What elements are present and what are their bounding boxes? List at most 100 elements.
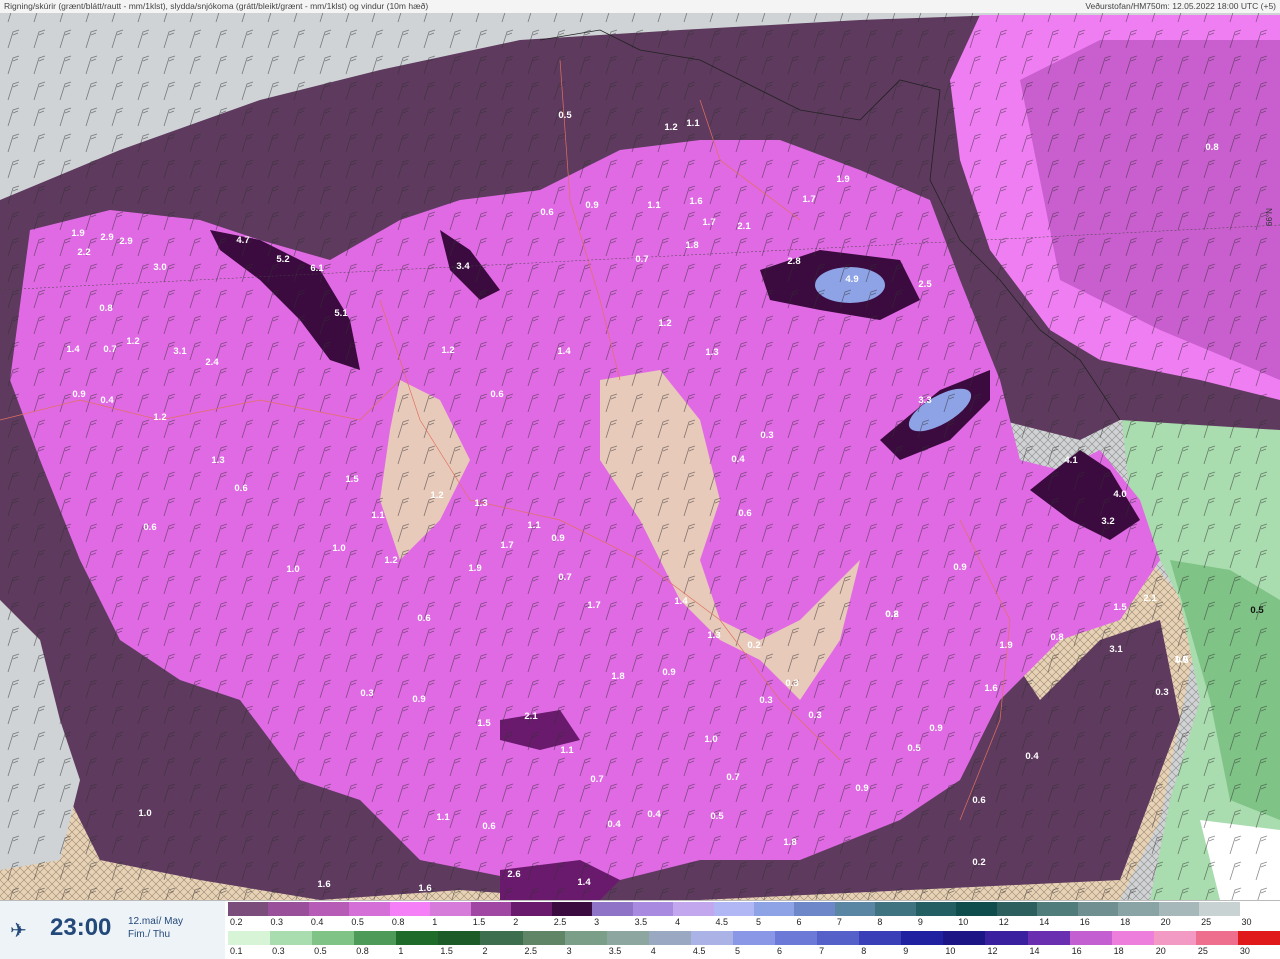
precip-value: 0.3 [760, 430, 773, 441]
legend-label: 0.3 [272, 946, 285, 956]
precip-value: 0.4 [100, 395, 114, 406]
legend-swatch [673, 902, 715, 916]
precip-value: 3.4 [456, 261, 470, 272]
precip-value: 1.9 [999, 640, 1012, 651]
legend-swatch [713, 902, 755, 916]
precip-value: 0.2 [972, 857, 985, 868]
legend-swatch [732, 931, 776, 945]
precip-value: 2.1 [1143, 593, 1157, 604]
precip-value: 2.8 [787, 256, 800, 267]
legend-swatch [1237, 931, 1280, 945]
precip-value: 4.1 [1064, 455, 1078, 466]
legend-label: 20 [1155, 946, 1166, 956]
precip-value: 0.4 [731, 454, 745, 465]
legend-swatch [551, 902, 593, 916]
precip-value: 0.4 [647, 809, 661, 820]
precip-value: 1.5 [1113, 602, 1127, 613]
weather-map[interactable]: 66°N 1.9 2.9 2.9 2.2 3.0 4.7 5.2 6.1 5.1 3.4 0.5 1.… [0, 13, 1280, 900]
precip-value: 1.1 [527, 520, 541, 531]
legend-label: 0.1 [230, 946, 243, 956]
precip-value: 0.8 [1050, 632, 1063, 643]
precip-value: 1.4 [557, 346, 571, 357]
precip-value: 0.3 [1155, 687, 1168, 698]
legend-label: 18 [1113, 946, 1124, 956]
legend-swatch [834, 902, 876, 916]
legend-label: 2 [513, 917, 519, 927]
precip-value: 3.2 [1101, 516, 1114, 527]
precip-value: 0.7 [558, 572, 571, 583]
precip-value: 0.9 [585, 200, 598, 211]
precip-value: 0.5 [558, 110, 572, 121]
precip-value: 0.2 [885, 609, 898, 620]
legend-label: 7 [819, 946, 825, 956]
precip-value: 1.4 [577, 877, 591, 888]
precip-value: 1.4 [674, 596, 688, 607]
precip-value: 0.3 [759, 695, 772, 706]
legend-swatch [312, 931, 355, 945]
precip-value: 3.1 [1109, 644, 1123, 655]
legend-swatch [349, 902, 391, 916]
legend-swatch [480, 931, 524, 945]
legend-label: 4 [650, 946, 656, 956]
date-line-2: Fim./ Thu [128, 929, 171, 940]
legend-label: 25 [1197, 946, 1208, 956]
precip-value: 1.1 [647, 200, 661, 211]
precip-value: 0.9 [551, 533, 564, 544]
precip-value: 1.7 [500, 540, 513, 551]
legend-swatch [943, 931, 986, 945]
legend-swatch [606, 931, 650, 945]
legend-label: 1 [432, 917, 438, 927]
legend-label: 8 [861, 946, 867, 956]
precip-value: 1.7 [587, 600, 600, 611]
legend-swatch [354, 931, 397, 945]
precip-value: 1.5 [477, 718, 491, 729]
legend-label: 14 [1029, 946, 1040, 956]
precip-value: 4.9 [845, 274, 858, 285]
legend-label: 16 [1071, 946, 1082, 956]
date-line-1: 12.maí/ May [128, 916, 184, 927]
precip-value: 1.1 [436, 812, 450, 823]
legend-swatch [1195, 931, 1239, 945]
precip-value: 0.4 [607, 819, 621, 830]
precip-value: 1.9 [71, 228, 84, 239]
precip-value: 1.0 [286, 564, 299, 575]
legend-swatch [915, 902, 957, 916]
precip-value: 1.3 [211, 455, 224, 466]
precip-value: 1.1 [686, 118, 700, 129]
precip-value: 0.7 [726, 772, 739, 783]
precip-value: 1.2 [384, 555, 397, 566]
legend-label: 0.4 [310, 917, 324, 927]
legend-swatch [1037, 902, 1079, 916]
precip-value: 0.6 [540, 207, 553, 218]
legend-label: 8 [877, 917, 883, 927]
legend-label: 3.5 [634, 917, 648, 927]
precip-value: 0.6 [972, 795, 985, 806]
legend-label: 1.5 [472, 917, 486, 927]
precip-value: 0.5 [1250, 605, 1264, 616]
precip-value: 1.7 [702, 217, 715, 228]
precip-value: 1.3 [707, 630, 720, 641]
legend-label: 30 [1241, 917, 1252, 927]
precip-value: 1.6 [317, 879, 330, 890]
precip-value: 0.6 [738, 508, 751, 519]
precip-value: 1.0 [138, 808, 151, 819]
bottom-bar: ✈ 23:00 12.maí/ May Fim./ Thu 0.2 0.3 0.4 0… [0, 900, 1280, 959]
map-header: Rigning/skúrir (grænt/blátt/rautt - mm/1… [0, 0, 1280, 13]
precip-value: 1.1 [371, 510, 385, 521]
precip-value: 0.4 [1025, 751, 1039, 762]
legend-label: 3 [566, 946, 572, 956]
precip-value: 0.8 [1205, 142, 1218, 153]
airplane-icon: ✈ [10, 920, 27, 942]
precip-value: 2.2 [77, 247, 90, 258]
legend-swatch [859, 931, 902, 945]
legend-label: 5 [734, 946, 740, 956]
legend-label: 16 [1079, 917, 1090, 927]
precip-value: 0.7 [635, 254, 648, 265]
legend-swatch [1027, 931, 1071, 945]
precip-value: 2.1 [737, 221, 751, 232]
precip-value: 0.9 [953, 562, 966, 573]
precip-value: 1.4 [66, 344, 80, 355]
precip-value: 1.2 [126, 336, 139, 347]
legend-label: 5 [756, 917, 762, 927]
precip-value: 0.5 [907, 743, 921, 754]
